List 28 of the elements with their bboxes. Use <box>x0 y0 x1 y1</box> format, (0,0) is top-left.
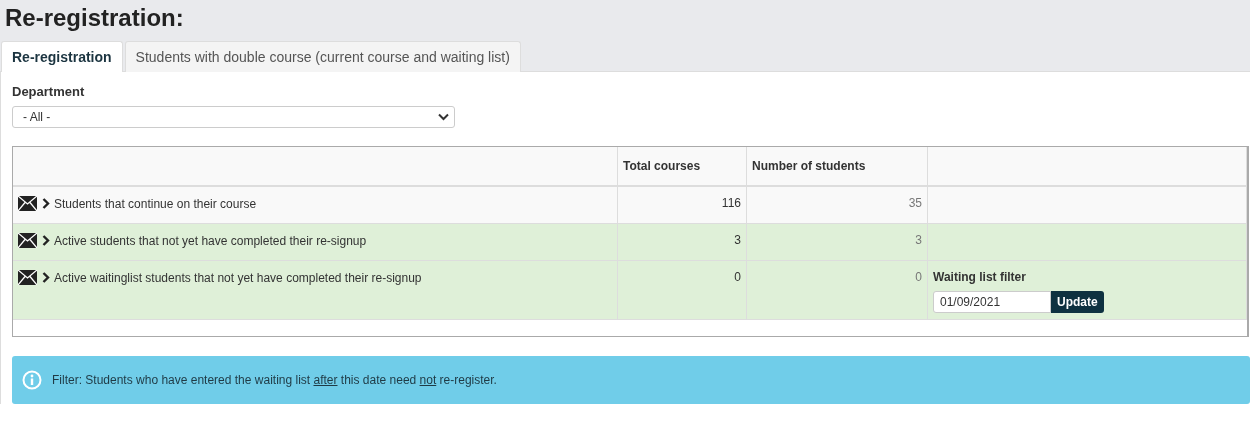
table-cell: 3 <box>617 223 747 261</box>
department-select[interactable]: - All - <box>12 106 455 128</box>
chevron-right-icon[interactable] <box>42 198 50 209</box>
row-label[interactable]: Active waitinglist students that not yet have completed their re-signup <box>54 270 422 285</box>
envelope-icon[interactable] <box>18 196 37 211</box>
info-icon <box>22 370 42 390</box>
update-button[interactable]: Update <box>1051 291 1104 313</box>
envelope-icon[interactable] <box>18 233 37 248</box>
column-header: Number of students <box>746 147 928 186</box>
date-field[interactable]: 01/09/2021 <box>933 291 1051 313</box>
department-label: Department <box>12 83 86 101</box>
chevron-down-icon <box>438 113 449 121</box>
info-text: Filter: Students who have entered the waiting list after this date need not re-register. <box>52 373 497 387</box>
filter-label: Waiting list filter <box>933 270 1027 284</box>
tab[interactable]: Re-registration <box>1 41 123 72</box>
table-cell: 3 <box>746 223 928 261</box>
table-cell: 0 <box>617 260 747 320</box>
row-label[interactable]: Students that continue on their course <box>54 196 257 211</box>
chevron-right-icon[interactable] <box>42 272 50 283</box>
envelope-icon[interactable] <box>18 270 37 285</box>
column-header: Total courses <box>617 147 747 186</box>
table-cell: 116 <box>617 186 747 224</box>
tab[interactable]: Students with double course (current course and waiting list) <box>124 41 521 72</box>
table-cell: 35 <box>746 186 928 224</box>
chevron-right-icon[interactable] <box>42 235 50 246</box>
row-label[interactable]: Active students that not yet have completed their re-signup <box>54 233 367 248</box>
page-title: Re-registration: <box>4 3 185 33</box>
table-cell: 0 <box>746 260 928 320</box>
